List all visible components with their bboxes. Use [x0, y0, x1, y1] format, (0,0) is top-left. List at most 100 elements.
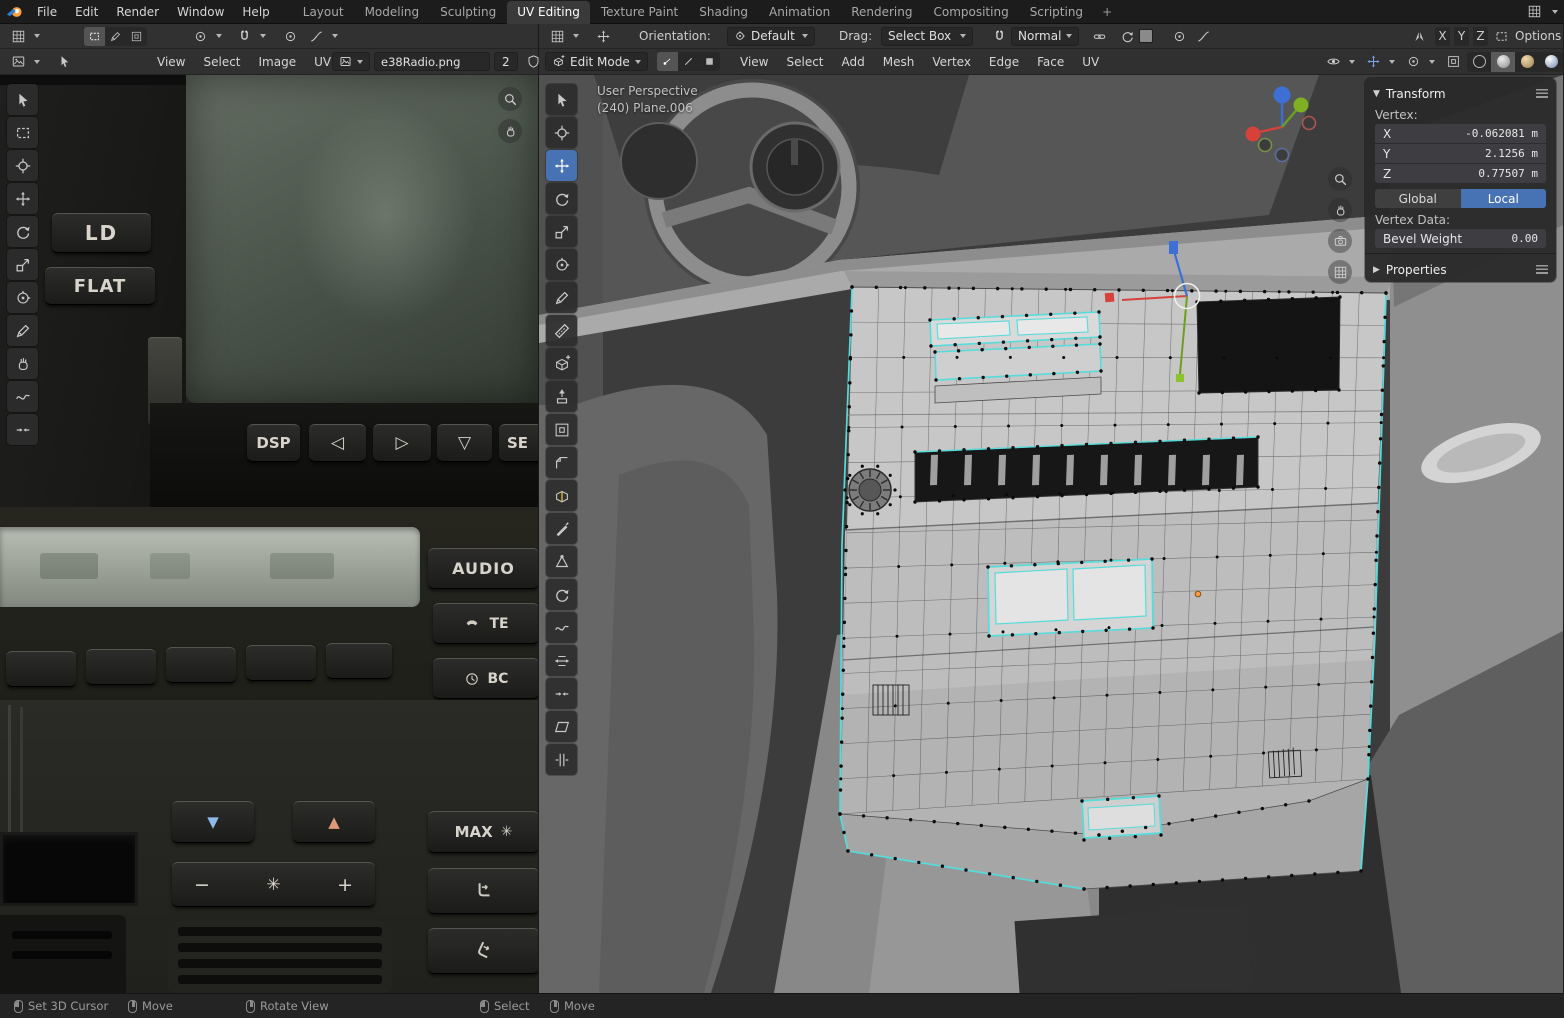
vp-tool-edge-slide[interactable] — [546, 645, 577, 676]
mirror-icon[interactable] — [1407, 26, 1431, 46]
vp-tool-rip[interactable] — [546, 744, 577, 775]
menu-edit[interactable]: Edit — [66, 0, 107, 24]
menu-help[interactable]: Help — [233, 0, 278, 24]
shading-material-icon[interactable] — [1515, 52, 1539, 72]
vertex-y-field[interactable]: Y 2.1256 m — [1375, 144, 1546, 163]
visibility-eye-icon[interactable] — [1321, 52, 1345, 72]
vp-menu-add[interactable]: Add — [833, 50, 874, 74]
uv-tool-relax[interactable] — [7, 381, 38, 412]
vertex-x-field[interactable]: X -0.062081 m — [1375, 124, 1546, 143]
mode-dropdown[interactable]: Edit Mode — [545, 52, 648, 71]
workspace-tab-rendering[interactable]: Rendering — [841, 1, 922, 24]
uv-tool-scale[interactable] — [7, 249, 38, 280]
overlays-caret-icon[interactable] — [1429, 59, 1435, 64]
options-button[interactable]: Options — [1515, 29, 1561, 43]
viewport-canvas[interactable]: User Perspective (240) Plane.006 ▼ Trans… — [539, 75, 1563, 993]
vp-tool-add-cube[interactable] — [546, 348, 577, 379]
mirror-y-button[interactable]: Y — [1454, 26, 1469, 46]
uv-tool-move[interactable] — [7, 183, 38, 214]
transform-panel-header[interactable]: ▼ Transform — [1365, 82, 1556, 105]
tool-settings-extra-icon[interactable] — [1489, 26, 1513, 46]
uv-falloff-curve-icon[interactable] — [304, 26, 328, 46]
vp-tool-measure[interactable] — [546, 315, 577, 346]
uv-tool-select-box[interactable] — [7, 117, 38, 148]
shading-wireframe-icon[interactable] — [1467, 52, 1491, 72]
workspace-tab-compositing[interactable]: Compositing — [923, 1, 1018, 24]
gizmos-caret-icon[interactable] — [1389, 59, 1395, 64]
color-swatch[interactable] — [1139, 29, 1153, 43]
vertex-z-field[interactable]: Z 0.77507 m — [1375, 164, 1546, 183]
uv-menu-image[interactable]: Image — [250, 50, 306, 74]
scene-browser-icon[interactable] — [1522, 2, 1546, 22]
uv-tool-rotate[interactable] — [7, 216, 38, 247]
uv-tool-tweak[interactable] — [7, 84, 38, 115]
uv-tool-grab[interactable] — [7, 348, 38, 379]
visibility-caret-icon[interactable] — [1349, 59, 1355, 64]
image-editor-icon[interactable] — [6, 52, 30, 72]
shading-rendered-icon[interactable] — [1539, 52, 1563, 72]
uv-falloff-caret-icon[interactable] — [332, 34, 338, 38]
vp-tool-tweak[interactable] — [546, 84, 577, 115]
vertex-select-mode-icon[interactable] — [657, 52, 678, 71]
navigation-gizmo[interactable] — [1239, 81, 1325, 167]
panel-menu-icon[interactable] — [1536, 89, 1548, 98]
uv-mode-mask-icon[interactable] — [126, 27, 147, 46]
blender-logo-icon[interactable] — [6, 4, 24, 20]
uv-snap-caret-icon[interactable] — [260, 34, 266, 38]
workspace-tab-shading[interactable]: Shading — [689, 1, 758, 24]
snap-affect-link-icon[interactable] — [1087, 26, 1111, 46]
vp-menu-edge[interactable]: Edge — [980, 50, 1028, 74]
uv-canvas[interactable]: LD FLAT DSP ◁ ▷ ▽ SE AUDIO TE BC ▼ ▲ MAX… — [0, 75, 538, 993]
uv-pivot-caret-icon[interactable] — [216, 34, 222, 38]
workspace-tab-uv-editing[interactable]: UV Editing — [507, 0, 590, 24]
scene-browser-caret-icon[interactable] — [1552, 9, 1558, 14]
snap-mode-dropdown[interactable]: Normal — [1011, 26, 1080, 46]
uv-tool-annotate[interactable] — [7, 315, 38, 346]
gizmos-icon[interactable] — [1361, 52, 1385, 72]
vp-active-tool-icon[interactable] — [591, 26, 615, 46]
vp-tool-spin[interactable] — [546, 579, 577, 610]
vp-tool-cursor[interactable] — [546, 117, 577, 148]
menu-file[interactable]: File — [28, 0, 66, 24]
uv-mode-paint-icon[interactable] — [105, 27, 126, 46]
vp-menu-select[interactable]: Select — [777, 50, 832, 74]
menu-window[interactable]: Window — [168, 0, 233, 24]
bevel-weight-field[interactable]: Bevel Weight 0.00 — [1375, 229, 1546, 248]
add-workspace-button[interactable]: + — [1094, 1, 1120, 24]
vp-tool-extrude[interactable] — [546, 381, 577, 412]
vp-menu-uv[interactable]: UV — [1073, 50, 1108, 74]
uv-tool-transform[interactable] — [7, 282, 38, 313]
vp-menu-view[interactable]: View — [731, 50, 777, 74]
edge-select-mode-icon[interactable] — [678, 52, 699, 71]
vp-tool-rotate[interactable] — [546, 183, 577, 214]
mirror-z-button[interactable]: Z — [1473, 26, 1488, 46]
zoom-icon[interactable] — [1328, 167, 1352, 191]
vp-tool-knife[interactable] — [546, 513, 577, 544]
overlays-icon[interactable] — [1401, 52, 1425, 72]
vp-tool-move[interactable] — [546, 150, 577, 181]
properties-panel-header[interactable]: ▶ Properties — [1365, 259, 1556, 280]
shading-solid-icon[interactable] — [1491, 51, 1515, 72]
proportional-edit-icon[interactable] — [1115, 26, 1139, 46]
vp-tool-loop-cut[interactable] — [546, 480, 577, 511]
vp-tool-scale[interactable] — [546, 216, 577, 247]
uv-tool-cursor[interactable] — [7, 150, 38, 181]
face-select-mode-icon[interactable] — [699, 52, 720, 71]
uv-menu-view[interactable]: View — [148, 50, 194, 74]
vp-tool-smooth[interactable] — [546, 612, 577, 643]
uv-mode-view-icon[interactable] — [84, 26, 105, 46]
uv-zoom-icon[interactable] — [498, 87, 522, 111]
vp-tool-shrink-fatten[interactable] — [546, 678, 577, 709]
editor-type-icon[interactable] — [6, 26, 30, 46]
vp-tool-annotate[interactable] — [546, 282, 577, 313]
uv-menu-select[interactable]: Select — [194, 50, 249, 74]
local-button[interactable]: Local — [1460, 189, 1546, 208]
vp-menu-face[interactable]: Face — [1028, 50, 1073, 74]
image-users-count-button[interactable]: 2 — [494, 52, 518, 71]
vp-menu-vertex[interactable]: Vertex — [923, 50, 980, 74]
uv-sync-select-icon[interactable] — [52, 52, 76, 72]
pan-hand-icon[interactable] — [1328, 198, 1352, 222]
mirror-x-button[interactable]: X — [1435, 26, 1450, 46]
workspace-tab-texture-paint[interactable]: Texture Paint — [591, 1, 688, 24]
menu-render[interactable]: Render — [107, 0, 168, 24]
